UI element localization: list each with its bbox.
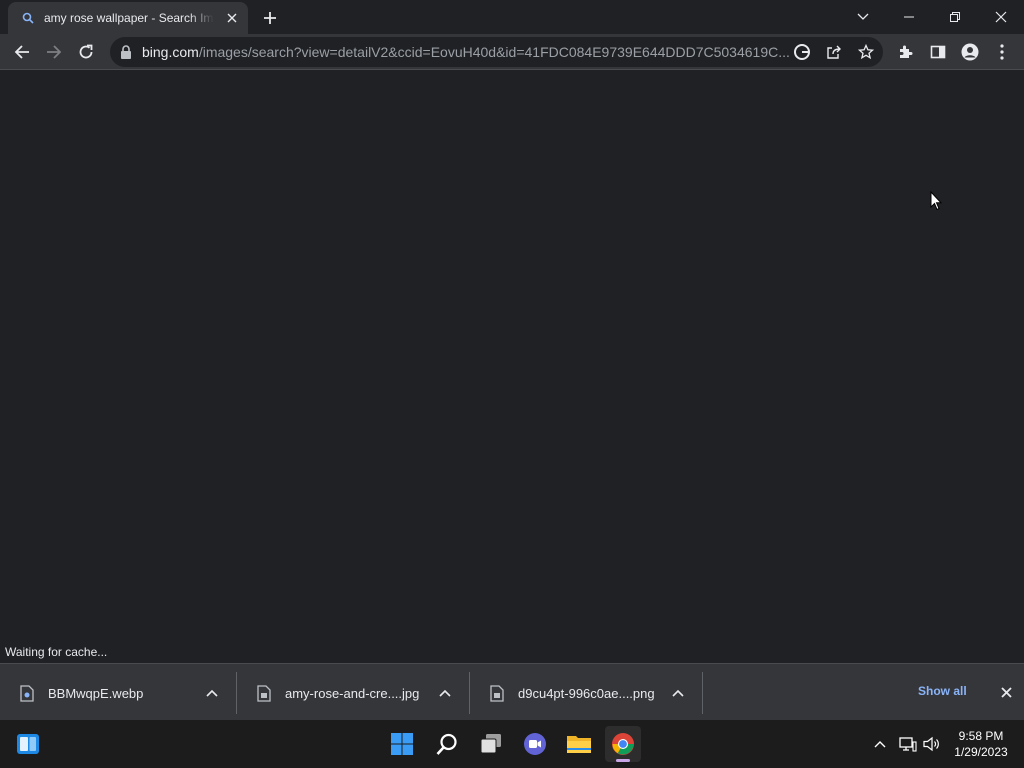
url-path: /images/search?view=detailV2&ccid=EovuH4…	[198, 44, 790, 60]
download-item[interactable]: d9cu4pt-996c0ae....png	[470, 672, 702, 714]
share-icon[interactable]	[822, 40, 846, 64]
chevron-up-icon[interactable]	[670, 685, 686, 701]
mouse-cursor-icon	[930, 190, 943, 216]
download-shelf: BBMwqpE.webp amy-rose-and-cre....jpg d9c…	[0, 663, 1024, 720]
download-filename: d9cu4pt-996c0ae....png	[518, 685, 655, 701]
download-filename: BBMwqpE.webp	[48, 685, 144, 701]
clock-time: 9:58 PM	[958, 729, 1004, 743]
teams-chat-icon[interactable]	[517, 726, 553, 762]
download-filename: amy-rose-and-cre....jpg	[285, 685, 420, 701]
address-bar[interactable]: bing.com/images/search?view=detailV2&cci…	[110, 37, 883, 67]
restore-button[interactable]	[932, 0, 978, 34]
tab-active[interactable]: amy rose wallpaper - Search Images	[8, 2, 248, 34]
tab-search-button[interactable]	[840, 0, 886, 34]
close-window-button[interactable]	[978, 0, 1024, 34]
lock-icon[interactable]	[120, 45, 132, 59]
start-menu-icon[interactable]	[384, 726, 420, 762]
profile-icon[interactable]	[956, 38, 984, 66]
search-icon[interactable]	[429, 726, 465, 762]
page-content: Waiting for cache...	[0, 71, 1024, 663]
browser-toolbar: bing.com/images/search?view=detailV2&cci…	[0, 34, 1024, 70]
active-indicator	[616, 759, 630, 762]
task-view-icon[interactable]	[473, 726, 509, 762]
side-panel-icon[interactable]	[924, 38, 952, 66]
url-text: bing.com/images/search?view=detailV2&cci…	[142, 44, 790, 60]
file-explorer-icon[interactable]	[561, 726, 597, 762]
show-all-link[interactable]: Show all	[918, 684, 967, 698]
tab-title: amy rose wallpaper - Search Images	[44, 11, 214, 25]
divider	[702, 672, 703, 714]
volume-icon[interactable]	[922, 734, 942, 754]
file-icon	[490, 684, 504, 702]
google-lens-icon[interactable]	[790, 40, 814, 64]
extensions-icon[interactable]	[892, 38, 920, 66]
file-icon	[20, 684, 34, 702]
chevron-up-icon[interactable]	[870, 734, 890, 754]
close-shelf-icon[interactable]	[998, 684, 1014, 700]
menu-kebab-icon[interactable]	[988, 38, 1016, 66]
widgets-icon[interactable]	[10, 726, 46, 762]
new-tab-button[interactable]	[258, 6, 282, 30]
download-item[interactable]: BBMwqpE.webp	[0, 672, 236, 714]
file-icon	[257, 684, 271, 702]
bookmark-star-icon[interactable]	[854, 40, 878, 64]
reload-button[interactable]	[72, 38, 100, 66]
minimize-button[interactable]	[886, 0, 932, 34]
taskbar: 9:58 PM 1/29/2023	[0, 720, 1024, 768]
chevron-up-icon[interactable]	[204, 685, 220, 701]
url-host: bing.com	[142, 44, 199, 60]
forward-button[interactable]	[40, 38, 68, 66]
chevron-up-icon[interactable]	[437, 685, 453, 701]
network-icon[interactable]	[898, 734, 918, 754]
tab-strip: amy rose wallpaper - Search Images	[0, 0, 1024, 34]
back-button[interactable]	[8, 38, 36, 66]
search-icon	[20, 10, 36, 26]
system-clock[interactable]: 9:58 PM 1/29/2023	[944, 728, 1018, 760]
clock-date: 1/29/2023	[954, 745, 1008, 759]
status-bubble: Waiting for cache...	[0, 642, 113, 663]
download-item[interactable]: amy-rose-and-cre....jpg	[237, 672, 469, 714]
tab-close-icon[interactable]	[224, 10, 240, 26]
chrome-taskbar-icon[interactable]	[605, 726, 641, 762]
